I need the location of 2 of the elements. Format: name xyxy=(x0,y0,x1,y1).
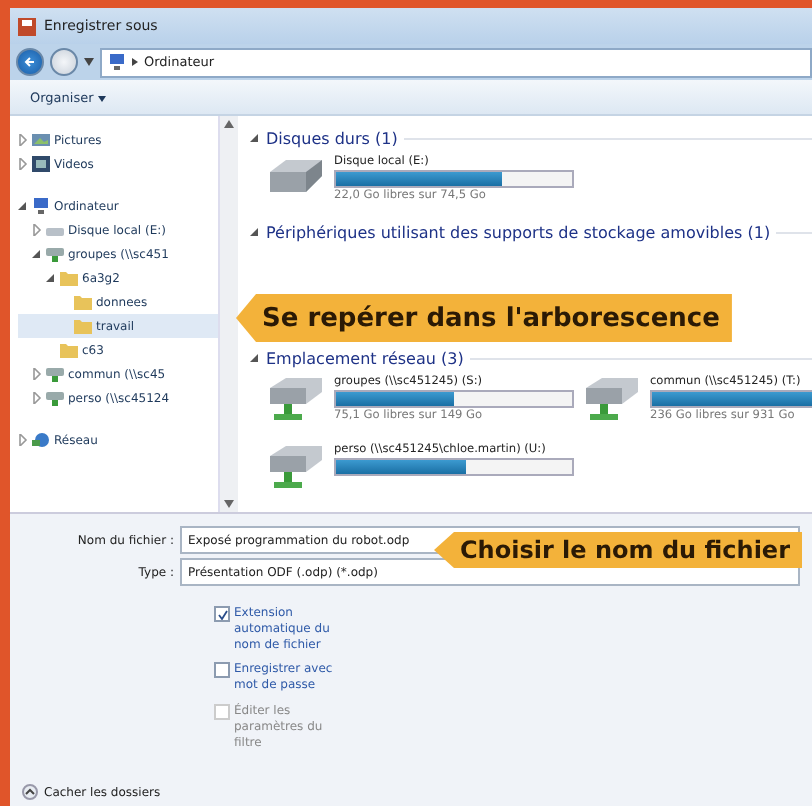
hint-tooltip: Choisir le nom du fichier xyxy=(434,532,802,568)
hint-tooltip: Se repérer dans l'arborescence xyxy=(236,294,732,342)
